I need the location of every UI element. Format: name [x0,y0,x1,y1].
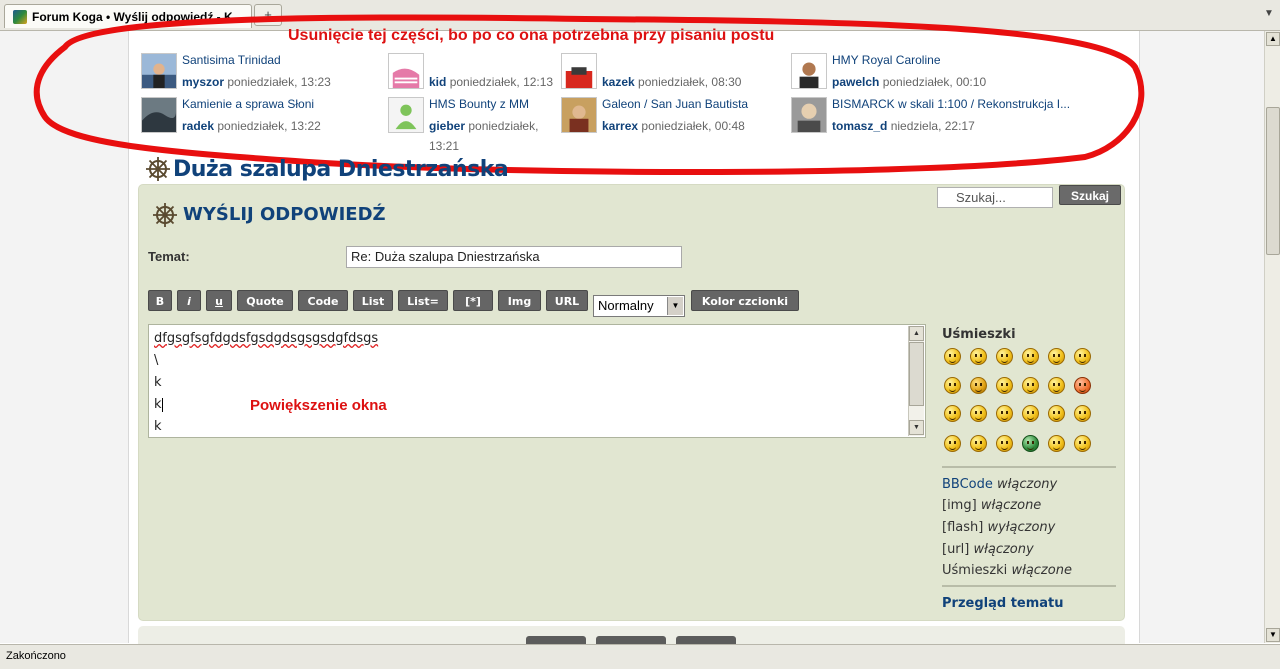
scroll-up-icon[interactable]: ▲ [909,326,924,341]
text-caret [161,397,163,412]
topic-review-link[interactable]: Przegląd tematu [942,596,1064,611]
smiley-icon[interactable] [1074,348,1091,365]
message-line: k [154,375,162,390]
annotation-remove-note: Usunięcie tej części, bo po co ona potrz… [288,27,775,44]
smiley-icon[interactable] [1048,435,1065,452]
smiley-icon[interactable] [1022,435,1039,452]
smiley-icon[interactable] [996,405,1013,422]
smiley-icon[interactable] [1048,405,1065,422]
smiley-icon[interactable] [1048,348,1065,365]
smiley-icon[interactable] [1048,377,1065,394]
ship-wheel-icon [146,157,170,181]
message-textarea[interactable]: dfgsgfsgfdgdsfgsdgdsgsgsdgfdsgs \ k k k … [148,324,926,438]
topic-title-text[interactable]: Duża szalupa Dniestrzańska [173,157,509,182]
img-status: [img] włączone [942,498,1042,513]
ship-wheel-icon [153,203,177,227]
italic-button[interactable]: i [177,290,201,311]
smiley-icon[interactable] [1074,435,1091,452]
search-button[interactable]: Szukaj [1059,185,1121,205]
editor-scrollbar[interactable]: ▲ ▼ [908,326,924,436]
smiley-icon[interactable] [970,377,987,394]
smiley-icon[interactable] [1022,405,1039,422]
smiley-icon[interactable] [996,435,1013,452]
quote-button[interactable]: Quote [237,290,293,311]
subject-label: Temat: [148,249,190,264]
page-scroll-thumb[interactable] [1266,107,1280,255]
smiley-icon[interactable] [970,405,987,422]
editor-scroll-thumb[interactable] [909,342,924,406]
smiley-icon[interactable] [1074,377,1091,394]
code-button[interactable]: Code [298,290,348,311]
search-input[interactable]: Szukaj... [937,187,1053,208]
smiley-icon[interactable] [1022,377,1039,394]
page-scrollbar[interactable]: ▲ ▼ [1264,31,1280,643]
list-button[interactable]: List [353,290,393,311]
subject-input[interactable]: Re: Duża szalupa Dniestrzańska [346,246,682,268]
smiley-icon[interactable] [1022,348,1039,365]
smiley-icon[interactable] [1074,405,1091,422]
scroll-up-icon[interactable]: ▲ [1266,32,1280,46]
flash-status: [flash] wyłączony [942,520,1056,535]
scroll-down-icon[interactable]: ▼ [909,420,924,435]
bbcode-link[interactable]: BBCode [942,477,993,492]
font-size-select[interactable]: Normalny ▼ [593,295,685,317]
message-line: k [154,419,162,434]
underline-button[interactable]: u [206,290,232,311]
smiley-icon[interactable] [944,377,961,394]
font-size-value: Normalny [598,298,654,313]
img-button[interactable]: Img [498,290,541,311]
smiley-icon[interactable] [944,348,961,365]
status-text: Zakończono [6,650,66,662]
annotation-resize-note: Powiększenie okna [250,397,387,414]
sidebar-divider [942,466,1116,468]
url-button[interactable]: URL [546,290,588,311]
smiley-icon[interactable] [996,377,1013,394]
sidebar-divider [942,585,1116,587]
bbcode-status: BBCode włączony [942,477,1058,492]
tab-list-icon[interactable]: ▼ [1264,8,1276,20]
bold-button[interactable]: B [148,290,172,311]
browser-status-bar: Zakończono [0,644,1280,669]
message-line: dfgsgfsgfdgdsfgsdgdsgsgsdgfdsgs [154,331,379,346]
smiley-icon[interactable] [944,405,961,422]
scroll-down-icon[interactable]: ▼ [1266,628,1280,642]
smiley-icon[interactable] [944,435,961,452]
ordered-list-button[interactable]: List= [398,290,448,311]
smiley-icon[interactable] [970,348,987,365]
message-line: \ [154,353,159,368]
smilies-status: Uśmieszki włączone [942,563,1072,578]
url-status: [url] włączony [942,542,1034,557]
font-color-button[interactable]: Kolor czcionki [691,290,799,311]
smiley-icon[interactable] [996,348,1013,365]
reply-heading-text: WYŚLIJ ODPOWIEDŹ [183,204,386,225]
smiley-icon[interactable] [970,435,987,452]
smilies-heading: Uśmieszki [942,327,1016,342]
list-item-button[interactable]: [*] [453,290,493,311]
message-line: k [154,397,163,412]
chevron-down-icon[interactable]: ▼ [667,297,683,315]
